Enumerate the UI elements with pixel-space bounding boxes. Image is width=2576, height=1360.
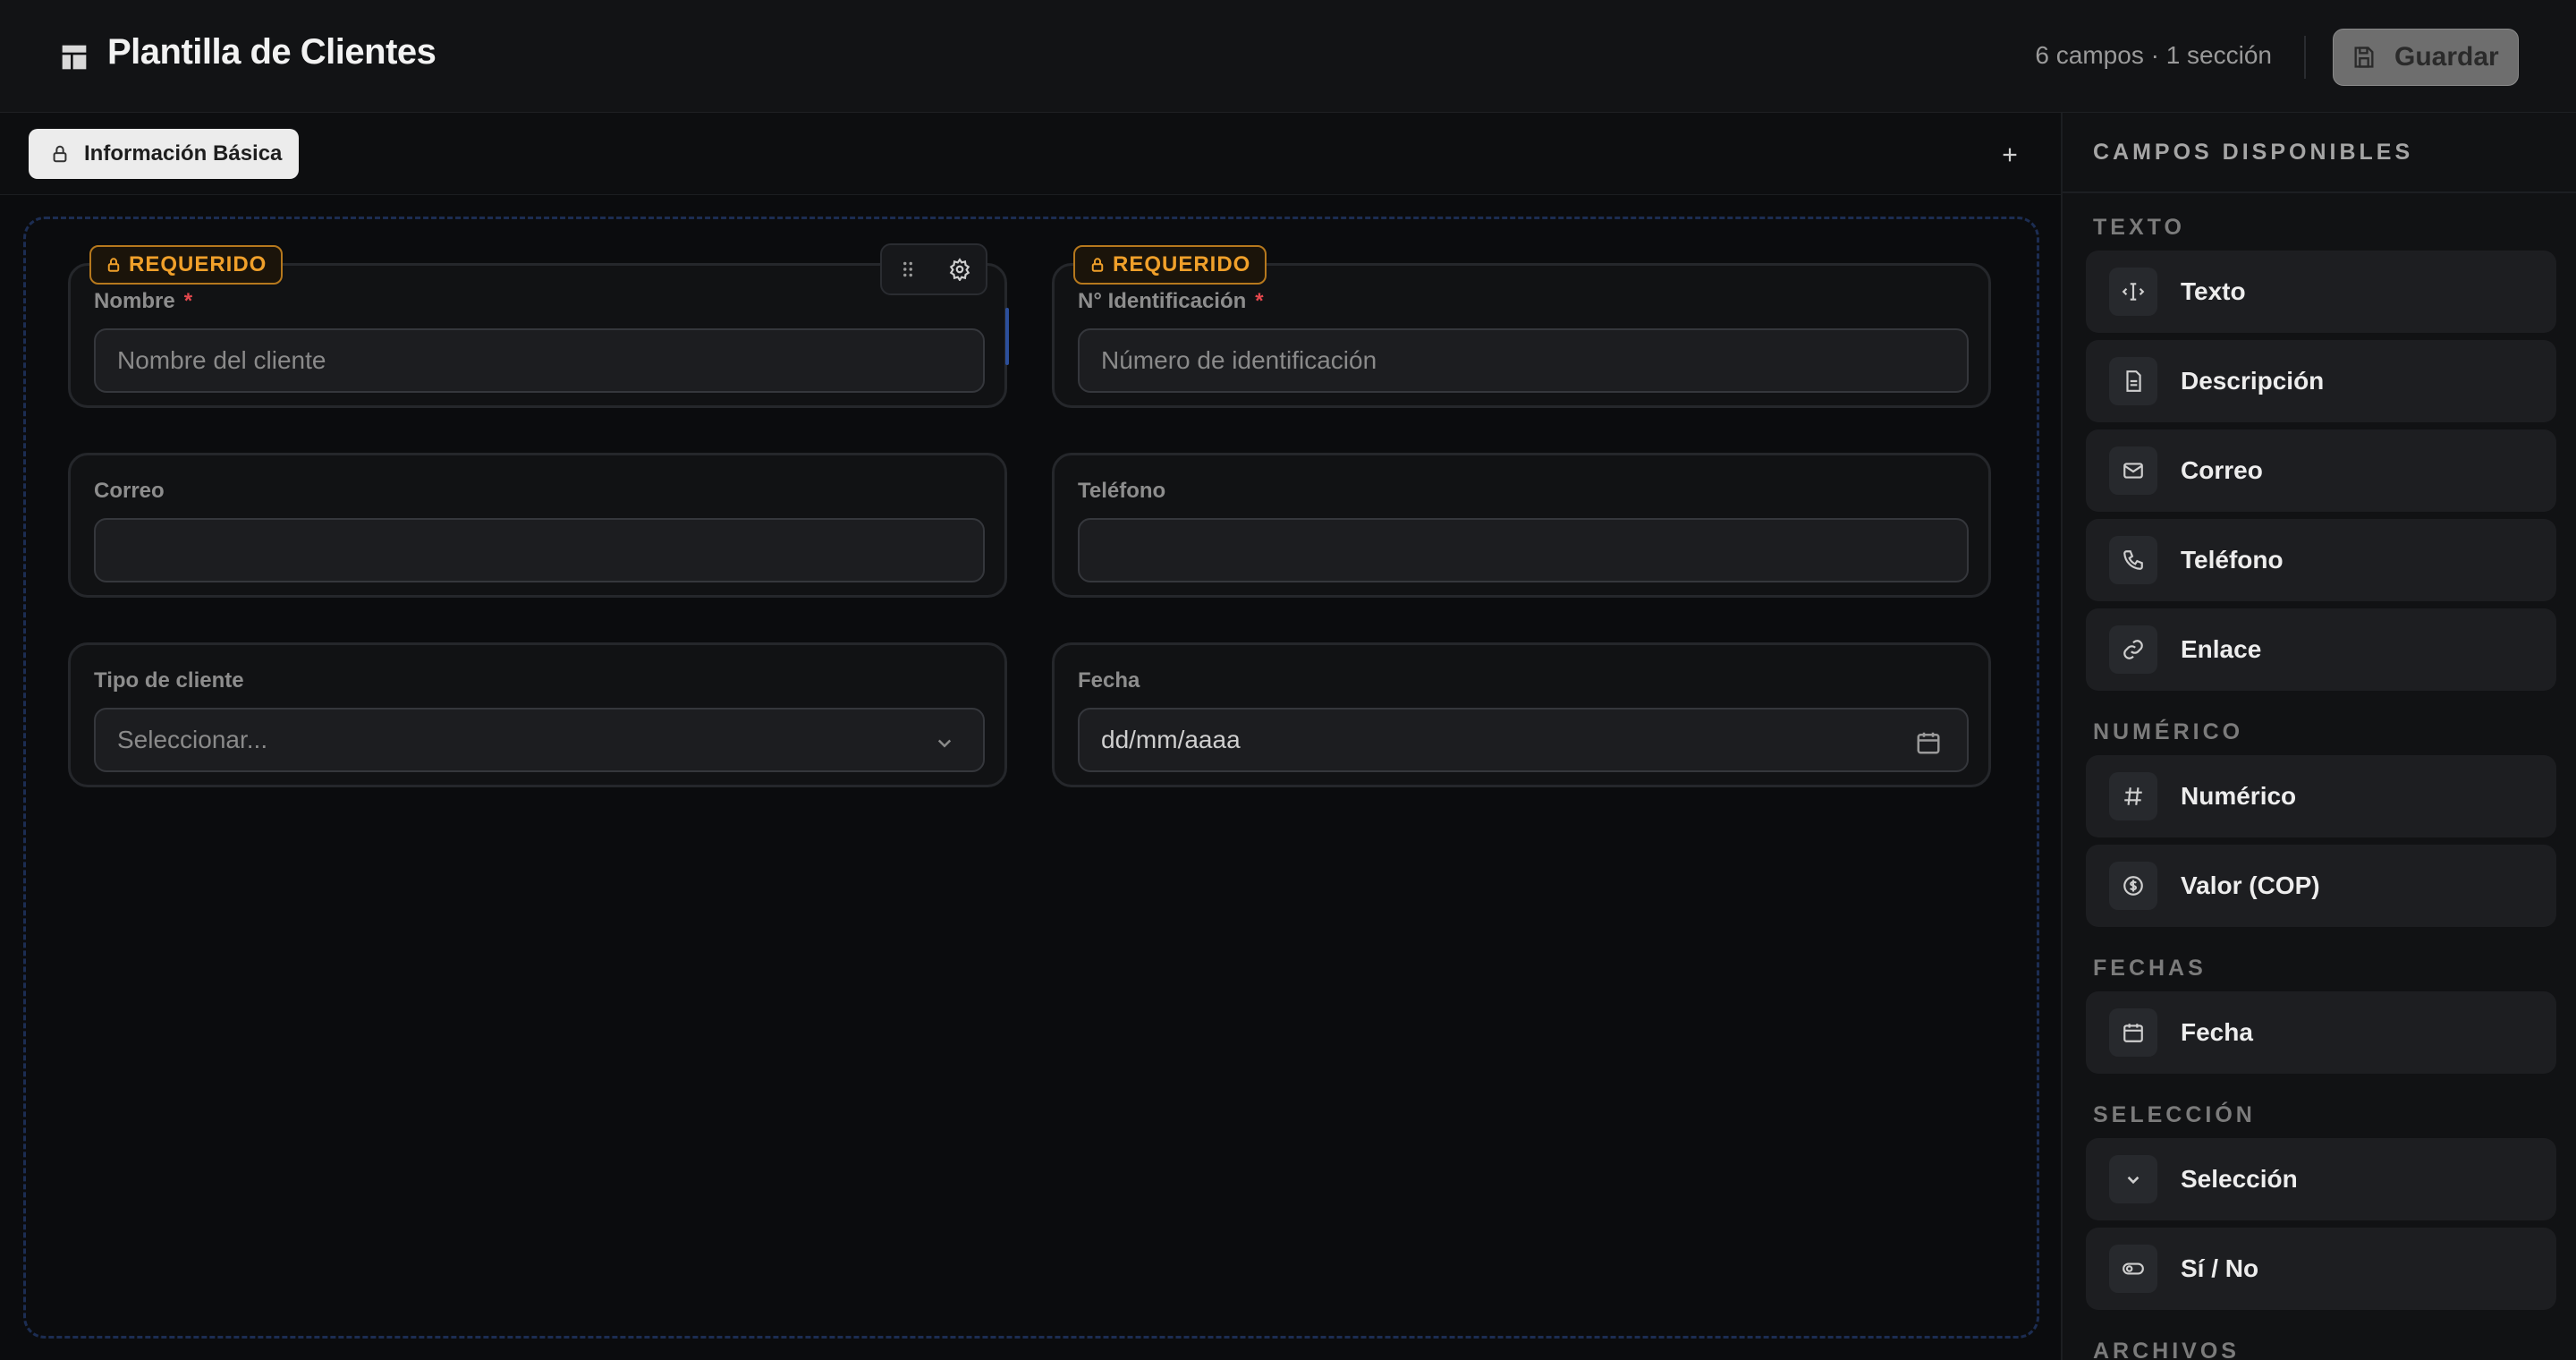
required-badge: REQUERIDO (1073, 245, 1267, 285)
panel-divider (2063, 191, 2576, 193)
field-label: Nombre * (94, 289, 193, 313)
field-item-label: Fecha (2181, 1018, 2253, 1046)
fecha-input[interactable]: dd/mm/aaaa (1078, 708, 1969, 772)
header-divider (2304, 36, 2306, 79)
calendar-icon[interactable] (1915, 729, 1942, 756)
dollar-circle-icon (2123, 876, 2143, 896)
select-placeholder: Seleccionar... (117, 726, 268, 753)
link-icon (2123, 640, 2143, 659)
save-icon (2354, 47, 2374, 68)
lock-icon (1091, 258, 1104, 272)
panel-title: CAMPOS DISPONIBLES (2093, 140, 2414, 165)
field-card-fecha[interactable]: Fecha dd/mm/aaaa (1052, 642, 1991, 787)
field-card-identificacion[interactable]: N° Identificación * Número de identificac… (1052, 263, 1991, 408)
field-item-correo[interactable]: Correo (2086, 429, 2556, 512)
app-header: Plantilla de Clientes 6 campos · 1 secci… (0, 0, 2576, 113)
field-item-label: Enlace (2181, 635, 2262, 663)
required-badge: REQUERIDO (89, 245, 284, 285)
add-section-button[interactable] (1995, 140, 2025, 170)
field-item-fecha[interactable]: Fecha (2086, 991, 2556, 1074)
lock-icon (107, 258, 120, 272)
field-item-label: Correo (2181, 456, 2263, 484)
field-card-telefono[interactable]: Teléfono (1052, 453, 1991, 598)
field-toolbar (880, 243, 987, 295)
gear-icon[interactable] (948, 258, 971, 281)
field-item-texto[interactable]: Texto (2086, 251, 2556, 333)
field-item-seleccion[interactable]: Selección (2086, 1138, 2556, 1220)
document-icon (2126, 370, 2141, 392)
correo-input[interactable] (94, 518, 985, 582)
tipo-cliente-select[interactable]: Seleccionar... (94, 708, 985, 772)
save-button-label: Guardar (2394, 42, 2499, 72)
field-item-telefono[interactable]: Teléfono (2086, 519, 2556, 601)
field-item-label: Numérico (2181, 782, 2297, 810)
field-card-correo[interactable]: Correo (68, 453, 1007, 598)
mail-icon (2123, 463, 2143, 479)
field-item-label: Texto (2181, 277, 2246, 305)
text-cursor-icon (2122, 283, 2145, 301)
field-item-label: Teléfono (2181, 546, 2284, 574)
drag-handle-icon[interactable] (896, 258, 919, 281)
identificacion-input[interactable]: Número de identificación (1078, 328, 1969, 393)
save-button[interactable]: Guardar (2333, 29, 2519, 86)
calendar-icon (2123, 1024, 2143, 1042)
group-title-fechas: FECHAS (2093, 956, 2207, 981)
plus-icon (2003, 148, 2017, 162)
required-star: * (183, 289, 193, 313)
page-title: Plantilla de Clientes (107, 32, 436, 72)
field-count-summary: 6 campos · 1 sección (2035, 41, 2272, 69)
field-card-nombre[interactable]: Nombre * Nombre del cliente (68, 263, 1007, 408)
group-title-archivos: ARCHIVOS (2093, 1339, 2240, 1360)
field-label: Correo (94, 479, 165, 503)
field-item-label: Sí / No (2181, 1254, 2259, 1282)
available-fields-panel: CAMPOS DISPONIBLES TEXTO Texto Descripci… (2061, 113, 2576, 1360)
field-label: N° Identificación * (1078, 289, 1264, 313)
section-tabs-bar: Información Básica (0, 113, 2061, 195)
hash-icon (2124, 787, 2142, 805)
field-card-tipo-cliente[interactable]: Tipo de cliente Seleccionar... (68, 642, 1007, 787)
field-item-label: Descripción (2181, 367, 2325, 395)
lock-icon (53, 145, 67, 163)
field-item-label: Selección (2181, 1165, 2298, 1193)
chevron-down-icon (937, 739, 952, 748)
field-label: Fecha (1078, 668, 1140, 693)
date-placeholder: dd/mm/aaaa (1101, 726, 1241, 753)
field-item-valor-cop[interactable]: Valor (COP) (2086, 845, 2556, 927)
group-title-numerico: NUMÉRICO (2093, 719, 2244, 744)
group-title-texto: TEXTO (2093, 215, 2185, 240)
group-title-seleccion: SELECCIÓN (2093, 1102, 2256, 1127)
tab-informacion-basica[interactable]: Información Básica (29, 129, 299, 179)
field-label: Teléfono (1078, 479, 1166, 503)
toggle-icon (2123, 1262, 2144, 1275)
telefono-input[interactable] (1078, 518, 1969, 582)
field-label: Tipo de cliente (94, 668, 244, 693)
template-icon (62, 45, 87, 70)
chevron-down-icon (2127, 1176, 2140, 1185)
field-item-si-no[interactable]: Sí / No (2086, 1228, 2556, 1310)
drop-indicator (1005, 308, 1009, 365)
required-star: * (1255, 289, 1264, 313)
field-item-label: Valor (COP) (2181, 871, 2320, 899)
tab-label: Información Básica (84, 141, 283, 166)
phone-icon (2123, 550, 2143, 570)
field-item-descripcion[interactable]: Descripción (2086, 340, 2556, 422)
field-item-enlace[interactable]: Enlace (2086, 608, 2556, 691)
nombre-input[interactable]: Nombre del cliente (94, 328, 985, 393)
field-item-numerico[interactable]: Numérico (2086, 755, 2556, 837)
